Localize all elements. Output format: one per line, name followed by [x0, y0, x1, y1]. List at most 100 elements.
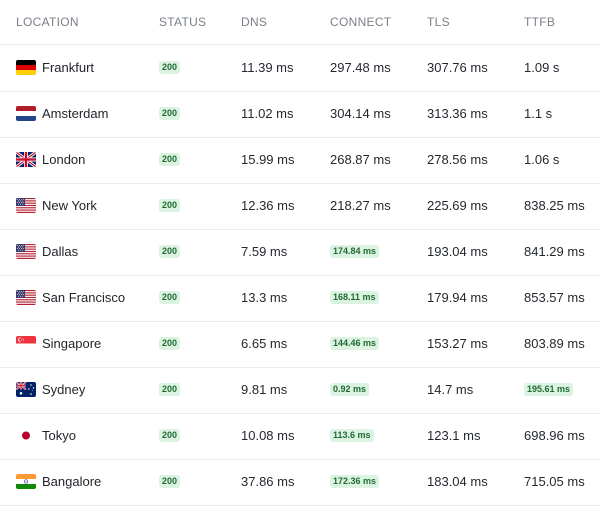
- status-badge: 200: [159, 199, 181, 213]
- dns-cell: 11.39 ms: [241, 60, 294, 75]
- tls-cell: 153.27 ms: [427, 336, 488, 351]
- table-row[interactable]: Sydney 200 9.81 ms 0.92 ms 14.7 ms 195.61 ms: [0, 367, 600, 414]
- ttfb-cell: 1.06 s: [524, 152, 560, 167]
- connect-best-badge: 113.6 ms: [330, 429, 374, 443]
- status-cell: 200: [159, 229, 181, 275]
- status-badge: 200: [159, 61, 181, 75]
- us-flag-icon: [16, 244, 36, 259]
- ttfb-cell: 715.05 ms: [524, 474, 585, 489]
- header-location[interactable]: LOCATION: [16, 15, 79, 29]
- location-name: Tokyo: [42, 428, 76, 443]
- jp-flag-icon: [16, 428, 36, 443]
- tls-cell: 193.04 ms: [427, 244, 488, 259]
- status-cell: 200: [159, 45, 181, 91]
- location-name: Frankfurt: [42, 60, 95, 75]
- table-row[interactable]: San Francisco 200 13.3 ms 168.11 ms 179.94 m…: [0, 275, 600, 322]
- tls-cell: 14.7 ms: [427, 382, 474, 397]
- status-cell: 200: [159, 91, 181, 137]
- dns-cell: 11.02 ms: [241, 106, 294, 121]
- tls-cell: 307.76 ms: [427, 60, 488, 75]
- status-badge: 200: [159, 153, 181, 167]
- ttfb-cell: 195.61 ms: [524, 367, 574, 413]
- connect-cell: 297.48 ms: [330, 60, 391, 75]
- status-badge: 200: [159, 429, 181, 443]
- status-cell: 200: [159, 183, 181, 229]
- table-row[interactable]: Frankfurt 200 11.39 ms 297.48 ms 307.76 ms 1.…: [0, 45, 600, 92]
- connect-best-badge: 172.36 ms: [330, 475, 380, 489]
- status-cell: 200: [159, 459, 181, 505]
- ttfb-cell: 698.96 ms: [524, 428, 585, 443]
- tls-cell: 179.94 ms: [427, 290, 488, 305]
- header-ttfb[interactable]: TTFB: [524, 15, 555, 29]
- dns-cell: 9.81 ms: [241, 382, 288, 397]
- tls-cell: 123.1 ms: [427, 428, 481, 443]
- status-cell: 200: [159, 413, 181, 459]
- header-tls[interactable]: TLS: [427, 15, 450, 29]
- connect-cell: 113.6 ms: [330, 413, 374, 459]
- table-row[interactable]: Dallas 200 7.59 ms 174.84 ms 193.04 ms 841.29…: [0, 229, 600, 276]
- status-badge: 200: [159, 337, 181, 351]
- dns-cell: 7.59 ms: [241, 244, 288, 259]
- dns-cell: 15.99 ms: [241, 152, 295, 167]
- location-name: Singapore: [42, 336, 102, 351]
- table-row[interactable]: Singapore 200 6.65 ms 144.46 ms 153.27 ms 803…: [0, 321, 600, 368]
- connect-best-badge: 168.11 ms: [330, 291, 379, 305]
- us-flag-icon: [16, 290, 36, 305]
- status-cell: 200: [159, 367, 181, 413]
- dns-cell: 12.36 ms: [241, 198, 295, 213]
- dns-cell: 13.3 ms: [241, 290, 288, 305]
- ttfb-cell: 1.09 s: [524, 60, 560, 75]
- status-badge: 200: [159, 291, 181, 305]
- table-row[interactable]: Amsterdam 200 11.02 ms 304.14 ms 313.36 ms 1.…: [0, 91, 600, 138]
- connect-cell: 268.87 ms: [330, 152, 391, 167]
- in-flag-icon: [16, 474, 36, 489]
- dns-cell: 37.86 ms: [241, 474, 295, 489]
- status-badge: 200: [159, 475, 181, 489]
- table-row[interactable]: New York 200 12.36 ms 218.27 ms 225.69 ms 838…: [0, 183, 600, 230]
- ttfb-best-badge: 195.61 ms: [524, 383, 574, 397]
- table-row[interactable]: Bangalore 200 37.86 ms 172.36 ms 183.04 ms 71…: [0, 459, 600, 506]
- table-row[interactable]: London 200 15.99 ms 268.87 ms 278.56 ms 1.06 …: [0, 137, 600, 184]
- ttfb-cell: 838.25 ms: [524, 198, 585, 213]
- connect-best-badge: 0.92 ms: [330, 383, 370, 397]
- connect-best-badge: 174.84 ms: [330, 245, 380, 259]
- status-cell: 200: [159, 275, 181, 321]
- au-flag-icon: [16, 382, 36, 397]
- header-status[interactable]: STATUS: [159, 15, 206, 29]
- ttfb-cell: 803.89 ms: [524, 336, 585, 351]
- us-flag-icon: [16, 198, 36, 213]
- tls-cell: 225.69 ms: [427, 198, 488, 213]
- ttfb-cell: 853.57 ms: [524, 290, 585, 305]
- connect-cell: 172.36 ms: [330, 459, 380, 505]
- dns-cell: 10.08 ms: [241, 428, 295, 443]
- dns-cell: 6.65 ms: [241, 336, 288, 351]
- connect-cell: 0.92 ms: [330, 367, 370, 413]
- status-cell: 200: [159, 137, 181, 183]
- connect-cell: 168.11 ms: [330, 275, 379, 321]
- ttfb-cell: 1.1 s: [524, 106, 553, 121]
- ttfb-cell: 841.29 ms: [524, 244, 585, 259]
- location-name: Sydney: [42, 382, 86, 397]
- connect-cell: 218.27 ms: [330, 198, 391, 213]
- status-badge: 200: [159, 107, 181, 121]
- location-name: New York: [42, 198, 97, 213]
- location-name: San Francisco: [42, 290, 126, 305]
- location-name: Bangalore: [42, 474, 102, 489]
- header-connect[interactable]: CONNECT: [330, 15, 391, 29]
- table-header: LOCATION STATUS DNS CONNECT TLS TTFB: [0, 0, 600, 45]
- location-name: London: [42, 152, 86, 167]
- connect-cell: 174.84 ms: [330, 229, 380, 275]
- gb-flag-icon: [16, 152, 36, 167]
- tls-cell: 183.04 ms: [427, 474, 488, 489]
- de-flag-icon: [16, 60, 36, 75]
- table-row[interactable]: Tokyo 200 10.08 ms 113.6 ms 123.1 ms 698.96 m…: [0, 413, 600, 460]
- location-name: Amsterdam: [42, 106, 109, 121]
- sg-flag-icon: [16, 336, 36, 351]
- status-badge: 200: [159, 245, 181, 259]
- tls-cell: 278.56 ms: [427, 152, 488, 167]
- connect-cell: 304.14 ms: [330, 106, 391, 121]
- connect-cell: 144.46 ms: [330, 321, 380, 367]
- header-dns[interactable]: DNS: [241, 15, 267, 29]
- nl-flag-icon: [16, 106, 36, 121]
- status-badge: 200: [159, 383, 181, 397]
